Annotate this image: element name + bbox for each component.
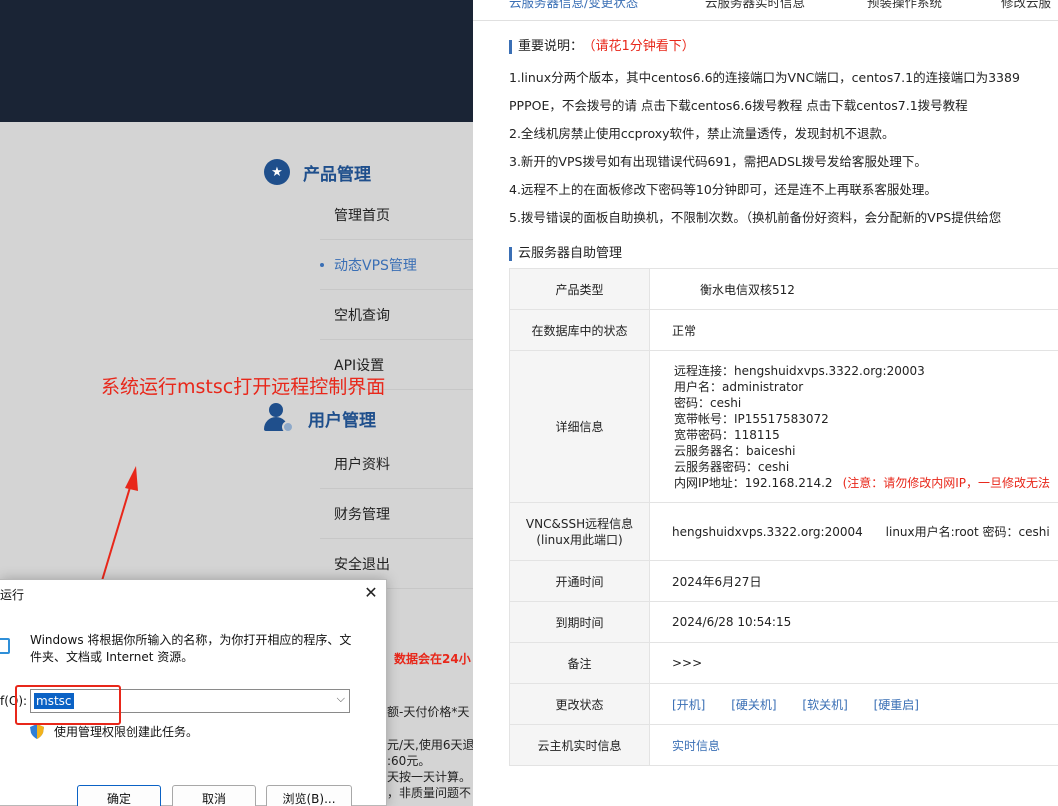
close-icon[interactable]: ✕: [362, 584, 380, 602]
browse-button[interactable]: 浏览(B)...: [266, 785, 352, 806]
table-value: 衡水电信双核512: [649, 268, 1058, 310]
soft-shutdown-link[interactable]: [软关机]: [802, 698, 847, 712]
table-value: 2024年6月27日: [649, 560, 1058, 602]
table-value: >>>: [649, 642, 1058, 684]
tab-realtime-info[interactable]: 云服务器实时信息: [705, 0, 805, 11]
detail-line: 远程连接：hengshuidxvps.3322.org:20003: [674, 363, 925, 378]
notice-title-note: （请花1分钟看下）: [589, 39, 695, 54]
table-label: 备注: [509, 642, 650, 684]
run-dialog-title: 运行: [0, 588, 25, 602]
detail-line: 宽带帐号：IP15517583072: [674, 411, 829, 426]
table-row: 产品类型 衡水电信双核512: [509, 268, 1058, 310]
chevron-down-icon[interactable]: ⌵: [337, 692, 345, 706]
table-label: 云主机实时信息: [509, 724, 650, 766]
notice-title: 重要说明： （请花1分钟看下）: [509, 40, 695, 54]
run-dialog-description: Windows 将根据你所输入的名称，为你打开相应的程序、文件夹、文档或 Int…: [30, 633, 352, 664]
hard-reboot-link[interactable]: [硬重启]: [874, 698, 919, 712]
table-row: 到期时间 2024/6/28 10:54:15: [509, 601, 1058, 643]
table-row: 在数据库中的状态 正常: [509, 309, 1058, 351]
shield-icon: [30, 724, 44, 739]
table-label: 更改状态: [509, 683, 650, 725]
table-row: 备注 >>>: [509, 642, 1058, 684]
notice-line: 5.拨号错误的面板自助换机，不限制次数。（换机前备份好资料，会分配新的VPS提供…: [509, 210, 1002, 225]
highlight-box: [15, 685, 121, 725]
power-on-link[interactable]: [开机]: [672, 698, 705, 712]
detail-line: 云服务器密码：ceshi: [674, 459, 790, 474]
table-label: VNC&SSH远程信息 (linux用此端口): [509, 502, 650, 561]
status-actions: [开机] [硬关机] [软关机] [硬重启]: [649, 683, 1058, 725]
table-label: 详细信息: [509, 350, 650, 503]
right-panel: 云服务器信息/变更状态 云服务器实时信息 预装操作系统 修改云服 重要说明： （请…: [473, 0, 1058, 806]
table-value: hengshuidxvps.3322.org:20004 linux用户名:ro…: [649, 502, 1058, 561]
tab-server-info[interactable]: 云服务器信息/变更状态: [509, 0, 638, 11]
tab-preinstall-os[interactable]: 预装操作系统: [867, 0, 942, 11]
table-value: 2024/6/28 10:54:15: [649, 601, 1058, 643]
table-row: 更改状态 [开机] [硬关机] [软关机] [硬重启]: [509, 683, 1058, 725]
table-label: 产品类型: [509, 268, 650, 310]
notice-line: PPPOE，不会拨号的请 点击下载centos6.6拨号教程 点击下载cento…: [509, 98, 968, 113]
detail-line-ip: 内网IP地址：192.168.214.2 (注意：请勿修改内网IP，一旦修改无法: [650, 475, 1058, 491]
notice-line: 3.新开的VPS拨号如有出现错误代码691，需把ADSL拨号发给客服处理下。: [509, 154, 927, 169]
hard-shutdown-link[interactable]: [硬关机]: [731, 698, 776, 712]
table-row: 详细信息 远程连接：hengshuidxvps.3322.org:20003 用…: [509, 350, 1058, 503]
ip-warning: (注意：请勿修改内网IP，一旦修改无法: [842, 475, 1051, 490]
table-label: 在数据库中的状态: [509, 309, 650, 351]
ip-text: 内网IP地址：192.168.214.2: [674, 475, 833, 490]
server-info-table: 产品类型 衡水电信双核512 在数据库中的状态 正常 详细信息 远程连接：hen…: [509, 268, 1058, 766]
table-label: 开通时间: [509, 560, 650, 602]
notice-line: 4.远程不上的在面板修改下密码等10分钟即可，还是连不上再联系客服处理。: [509, 182, 937, 197]
tab-bar: 云服务器信息/变更状态 云服务器实时信息 预装操作系统 修改云服: [473, 0, 1058, 21]
notice-line: 2.全线机房禁止使用ccproxy软件，禁止流量透传，发现封机不退款。: [509, 126, 895, 141]
details-cell: 远程连接：hengshuidxvps.3322.org:20003 用户名：ad…: [649, 350, 1058, 503]
table-row: 云主机实时信息 实时信息: [509, 724, 1058, 766]
admin-privilege-text: 使用管理权限创建此任务。: [54, 725, 199, 739]
detail-line: 云服务器名：baiceshi: [674, 443, 796, 458]
table-label: 到期时间: [509, 601, 650, 643]
ok-button[interactable]: 确定: [77, 785, 161, 806]
notice-title-text: 重要说明：: [518, 39, 584, 54]
realtime-info-link[interactable]: 实时信息: [672, 739, 720, 753]
table-row: VNC&SSH远程信息 (linux用此端口) hengshuidxvps.33…: [509, 502, 1058, 561]
vnc-label-line: (linux用此端口): [536, 532, 623, 547]
detail-line: 用户名：administrator: [674, 379, 804, 394]
run-app-icon: [0, 638, 10, 654]
table-value: 正常: [649, 309, 1058, 351]
table-value: 实时信息: [649, 724, 1058, 766]
detail-line: 宽带密码：118115: [674, 427, 780, 442]
manage-title: 云服务器自助管理: [509, 247, 622, 261]
table-row: 开通时间 2024年6月27日: [509, 560, 1058, 602]
cancel-button[interactable]: 取消: [172, 785, 256, 806]
tab-modify[interactable]: 修改云服: [1001, 0, 1051, 11]
vnc-label-line: VNC&SSH远程信息: [525, 516, 634, 531]
notice-line: 1.linux分两个版本，其中centos6.6的连接端口为VNC端口，cent…: [509, 70, 1020, 85]
detail-line: 密码：ceshi: [674, 395, 742, 410]
